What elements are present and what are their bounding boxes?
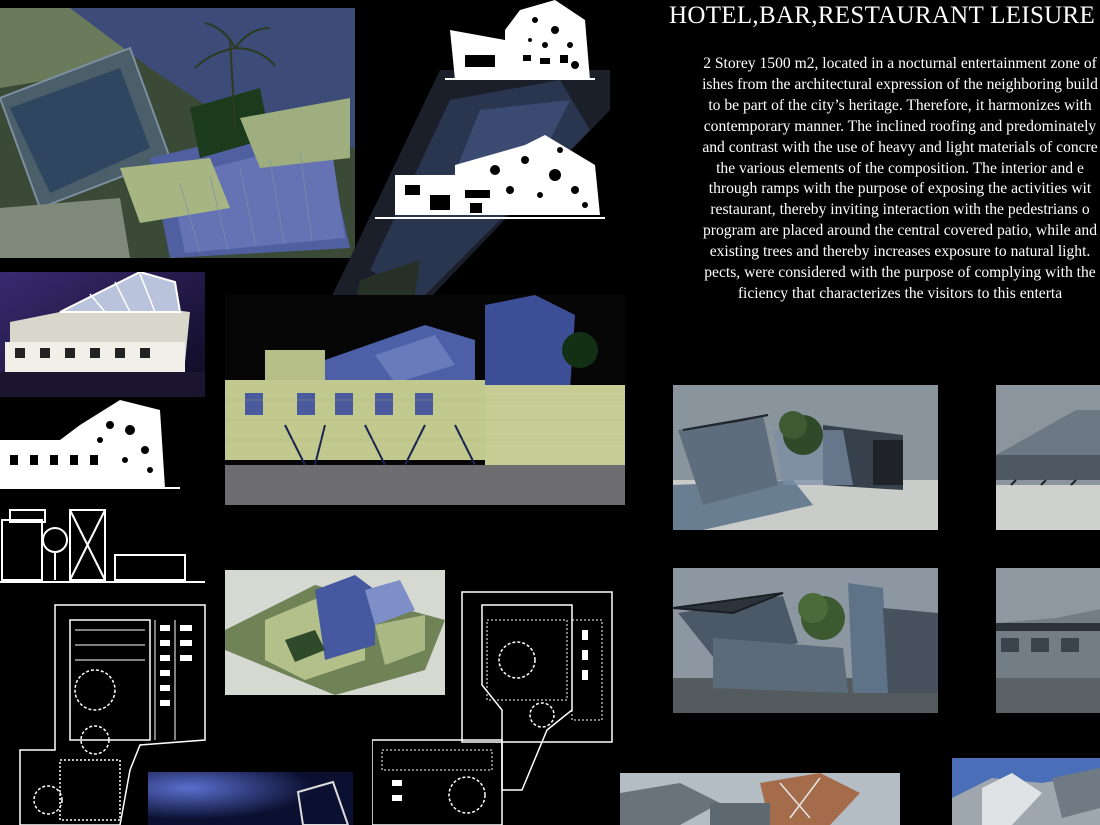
perspective-render-2 (996, 385, 1100, 530)
section-drawing (0, 500, 205, 585)
aerial-render-image (0, 8, 355, 258)
description-line: contemporary manner. The inclined roofin… (703, 117, 1097, 135)
perspective-render-6 (952, 758, 1100, 825)
description-line: ficiency that characterizes the visitors… (737, 284, 1063, 302)
perspective-render-4 (996, 568, 1100, 713)
model-photo-image (0, 272, 205, 397)
elevation-drawing-middle (375, 135, 605, 220)
description-line: the various elements of the composition.… (716, 159, 1084, 177)
elevation-drawing-top (445, 0, 595, 80)
description-line: ishes from the architectural expression … (702, 75, 1098, 93)
description-line: restaurant, thereby inviting interaction… (710, 201, 1090, 219)
project-description: 2 Storey 1500 m2, located in a nocturnal… (600, 54, 1100, 334)
perspective-render-1 (673, 385, 938, 530)
perspective-render-5 (620, 773, 900, 825)
elevation-drawing-left (0, 400, 180, 490)
night-photo-image (148, 772, 353, 825)
floor-plan-right (372, 590, 614, 825)
board-title: HOTEL,BAR,RESTAURANT LEISURE (669, 2, 1096, 29)
description-line: existing trees and thereby increases exp… (709, 243, 1091, 261)
description-line: and contrast with the use of heavy and l… (702, 138, 1098, 156)
description-line: to be part of the city’s heritage. There… (708, 96, 1092, 114)
description-line: through ramps with the purpose of exposi… (708, 180, 1092, 198)
description-line: 2 Storey 1500 m2, located in a nocturnal… (703, 55, 1097, 72)
facade-render-image (225, 295, 625, 505)
description-line: program are placed around the central co… (703, 222, 1097, 240)
description-line: pects, were considered with the purpose … (704, 264, 1096, 282)
perspective-render-3 (673, 568, 938, 713)
